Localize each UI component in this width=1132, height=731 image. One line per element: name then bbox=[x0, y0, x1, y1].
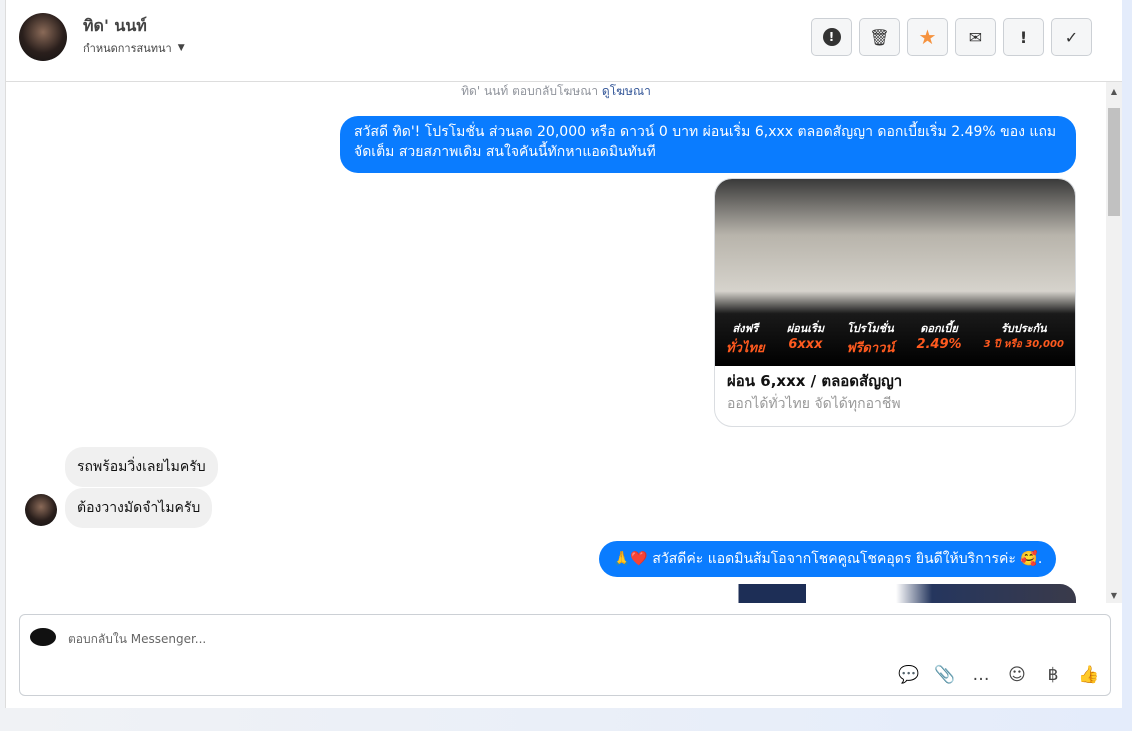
promo-banner: ส่งฟรีทั่วไทย ผ่อนเริ่ม 6xxx โปรโมชั่นฟรี… bbox=[715, 319, 1075, 358]
incoming-message: รถพร้อมวิ่งเลยไมครับ bbox=[65, 447, 218, 487]
ad-reply-notice: ทิด' นนท์ ตอบกลับโฆษณา ดูโฆษณา bbox=[6, 82, 1106, 101]
image-attachment-preview[interactable] bbox=[626, 584, 1076, 603]
view-ad-link[interactable]: ดูโฆษณา bbox=[602, 84, 651, 98]
trash-icon: 🗑 bbox=[869, 27, 890, 47]
alert-circle-icon: ! bbox=[822, 28, 841, 46]
ad-reply-text: ทิด' นนท์ ตอบกลับโฆษณา bbox=[461, 84, 599, 98]
sender-avatar bbox=[25, 494, 57, 526]
check-icon: ✓ bbox=[1064, 27, 1079, 47]
scrollbar-thumb[interactable] bbox=[1108, 108, 1120, 216]
page-avatar bbox=[30, 628, 56, 646]
saved-reply-icon[interactable]: 💬 bbox=[898, 665, 920, 685]
conversation-panel: ทิด' นนท์ กำหนดการสนทนา ▼ ! 🗑 ★ ✉ ! ✓ ทิ… bbox=[5, 0, 1122, 708]
chat-bubble-icon[interactable]: … bbox=[970, 665, 992, 685]
exclamation-icon: ! bbox=[1019, 27, 1028, 47]
spam-button[interactable]: ! bbox=[1003, 18, 1044, 56]
mail-icon: ✉ bbox=[968, 27, 983, 47]
contact-avatar[interactable] bbox=[19, 13, 67, 61]
scroll-up-icon[interactable]: ▲ bbox=[1106, 87, 1122, 96]
reply-composer[interactable]: ตอบกลับใน Messenger... 💬 📎 … ☺ ฿ 👍 bbox=[19, 614, 1111, 696]
banner-label: รับประกัน bbox=[1000, 322, 1047, 335]
report-button[interactable]: ! bbox=[811, 18, 852, 56]
car-image: ส่งฟรีทั่วไทย ผ่อนเริ่ม 6xxx โปรโมชั่นฟรี… bbox=[715, 179, 1075, 366]
star-icon: ★ bbox=[918, 25, 937, 49]
mark-unread-button[interactable]: ✉ bbox=[955, 18, 996, 56]
delete-button[interactable]: 🗑 bbox=[859, 18, 900, 56]
emoji-icon[interactable]: ☺ bbox=[1006, 665, 1028, 685]
caret-down-icon: ▼ bbox=[177, 43, 185, 53]
star-button[interactable]: ★ bbox=[907, 18, 948, 56]
conversation-header: ทิด' นนท์ กำหนดการสนทนา ▼ ! 🗑 ★ ✉ ! ✓ bbox=[6, 0, 1122, 82]
outgoing-message: 🙏❤️ สวัสดีค่ะ แอดมินส้มโอจากโชคคูณโชคอุด… bbox=[599, 541, 1057, 577]
banner-label: ดอกเบี้ย bbox=[920, 322, 958, 335]
ad-message-bubble: สวัสดี ทิด'! โปรโมชั่น ส่วนลด 20,000 หรื… bbox=[340, 116, 1076, 173]
incoming-message: ต้องวางมัดจำไมครับ bbox=[65, 488, 213, 528]
scrollbar[interactable]: ▲ ▼ bbox=[1106, 82, 1122, 603]
mark-done-button[interactable]: ✓ bbox=[1051, 18, 1092, 56]
thumbs-up-icon[interactable]: 👍 bbox=[1078, 665, 1100, 685]
banner-value: 2.49% bbox=[916, 337, 962, 352]
conversation-settings-dropdown[interactable]: กำหนดการสนทนา ▼ bbox=[83, 39, 185, 57]
ad-card[interactable]: ส่งฟรีทั่วไทย ผ่อนเริ่ม 6xxx โปรโมชั่นฟรี… bbox=[714, 178, 1076, 427]
banner-label: ส่งฟรี bbox=[732, 322, 759, 335]
banner-value: ทั่วไทย bbox=[726, 341, 765, 356]
banner-value: 6xxx bbox=[788, 337, 823, 352]
banner-value: 3 ปี หรือ 30,000 bbox=[983, 339, 1064, 350]
reply-input[interactable]: ตอบกลับใน Messenger... bbox=[68, 630, 206, 649]
contact-name[interactable]: ทิด' นนท์ bbox=[83, 14, 147, 39]
message-list[interactable]: ทิด' นนท์ ตอบกลับโฆษณา ดูโฆษณา สวัสดี ทิ… bbox=[6, 82, 1122, 603]
scroll-down-icon[interactable]: ▼ bbox=[1106, 591, 1122, 600]
card-title: ผ่อน 6,xxx / ตลอดสัญญา bbox=[727, 372, 903, 390]
baht-icon[interactable]: ฿ bbox=[1042, 665, 1064, 685]
banner-value: ฟรีดาวน์ bbox=[846, 341, 895, 356]
paperclip-icon[interactable]: 📎 bbox=[934, 665, 956, 685]
banner-label: โปรโมชั่น bbox=[846, 322, 894, 335]
toolbar: ! 🗑 ★ ✉ ! ✓ bbox=[811, 18, 1092, 56]
card-subtitle: ออกได้ทั่วไทย จัดได้ทุกอาชีพ bbox=[727, 396, 901, 412]
conversation-settings-label: กำหนดการสนทนา bbox=[83, 42, 172, 55]
banner-label: ผ่อนเริ่ม bbox=[786, 322, 825, 335]
